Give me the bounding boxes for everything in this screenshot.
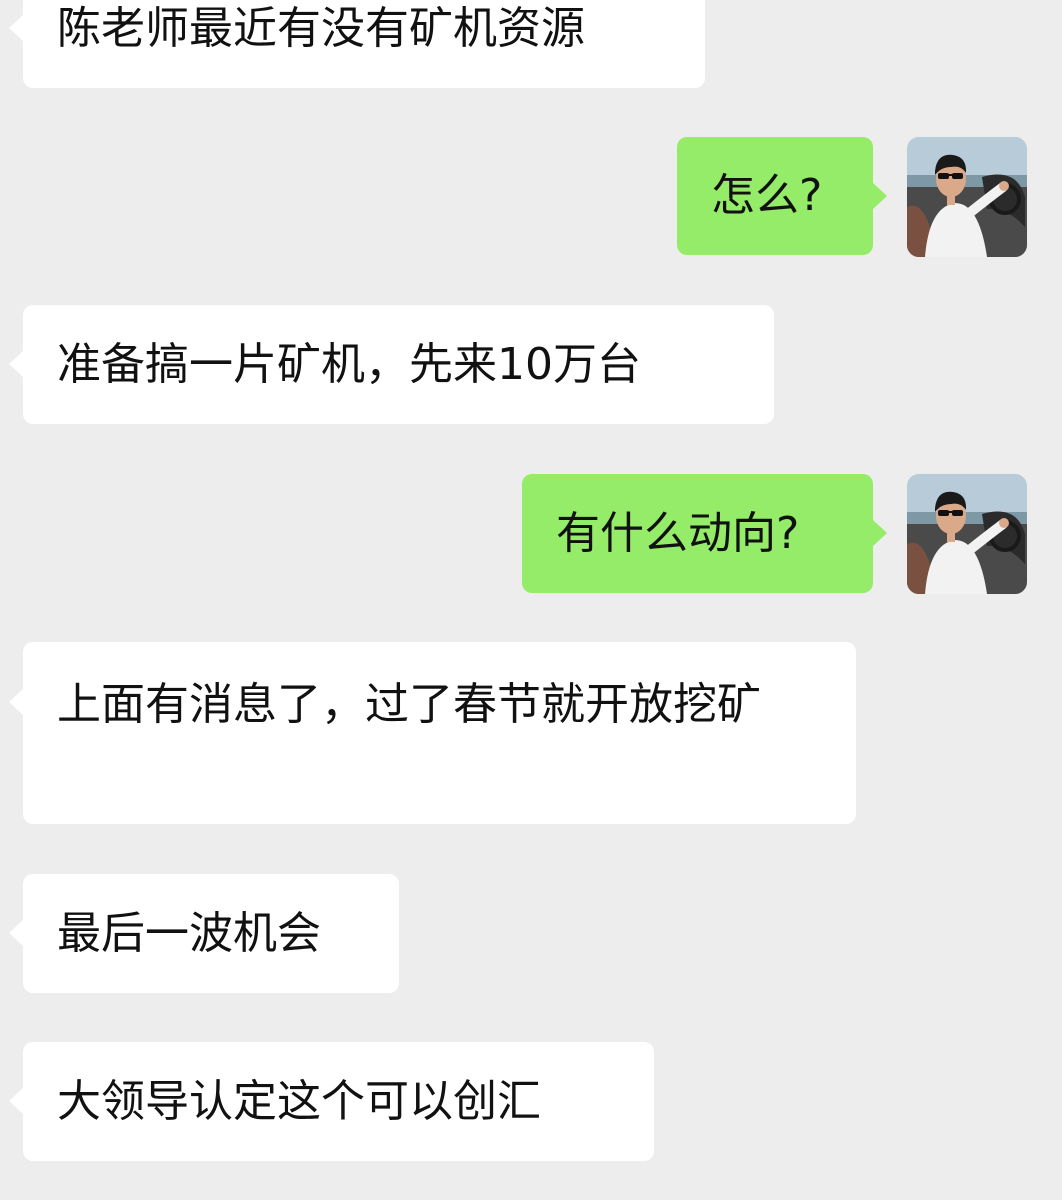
message-text: 有什么动向? <box>556 507 800 559</box>
avatar-image <box>907 474 1027 594</box>
avatar-image <box>907 137 1027 257</box>
outgoing-message-bubble[interactable]: 有什么动向? <box>522 474 873 593</box>
incoming-message-bubble[interactable]: 准备搞一片矿机，先来10万台 <box>23 305 774 424</box>
chat-message-list[interactable]: 陈老师最近有没有矿机资源 怎么? 准备搞一片矿机，先来10万台 有什么动向? 上… <box>0 0 1062 1200</box>
bubble-tail <box>9 351 23 377</box>
bubble-tail <box>9 689 23 715</box>
bubble-tail <box>873 183 887 209</box>
message-text: 怎么? <box>711 170 823 221</box>
message-text: 上面有消息了，过了春节就开放挖矿 <box>57 679 761 730</box>
incoming-message-bubble[interactable]: 大领导认定这个可以创汇 <box>23 1042 654 1161</box>
message-text: 大领导认定这个可以创汇 <box>57 1075 541 1127</box>
bubble-tail <box>9 15 23 41</box>
bubble-tail <box>9 1088 23 1114</box>
message-text: 准备搞一片矿机，先来10万台 <box>57 338 641 390</box>
user-avatar-icon[interactable] <box>907 474 1027 594</box>
incoming-message-bubble[interactable]: 陈老师最近有没有矿机资源 <box>23 0 705 88</box>
message-text: 陈老师最近有没有矿机资源 <box>57 3 585 54</box>
incoming-message-bubble[interactable]: 最后一波机会 <box>23 874 399 993</box>
message-text: 最后一波机会 <box>57 907 321 959</box>
user-avatar-icon[interactable] <box>907 137 1027 257</box>
bubble-tail <box>873 520 887 546</box>
bubble-tail <box>9 920 23 946</box>
outgoing-message-bubble[interactable]: 怎么? <box>677 137 873 255</box>
incoming-message-bubble[interactable]: 上面有消息了，过了春节就开放挖矿 <box>23 642 856 824</box>
